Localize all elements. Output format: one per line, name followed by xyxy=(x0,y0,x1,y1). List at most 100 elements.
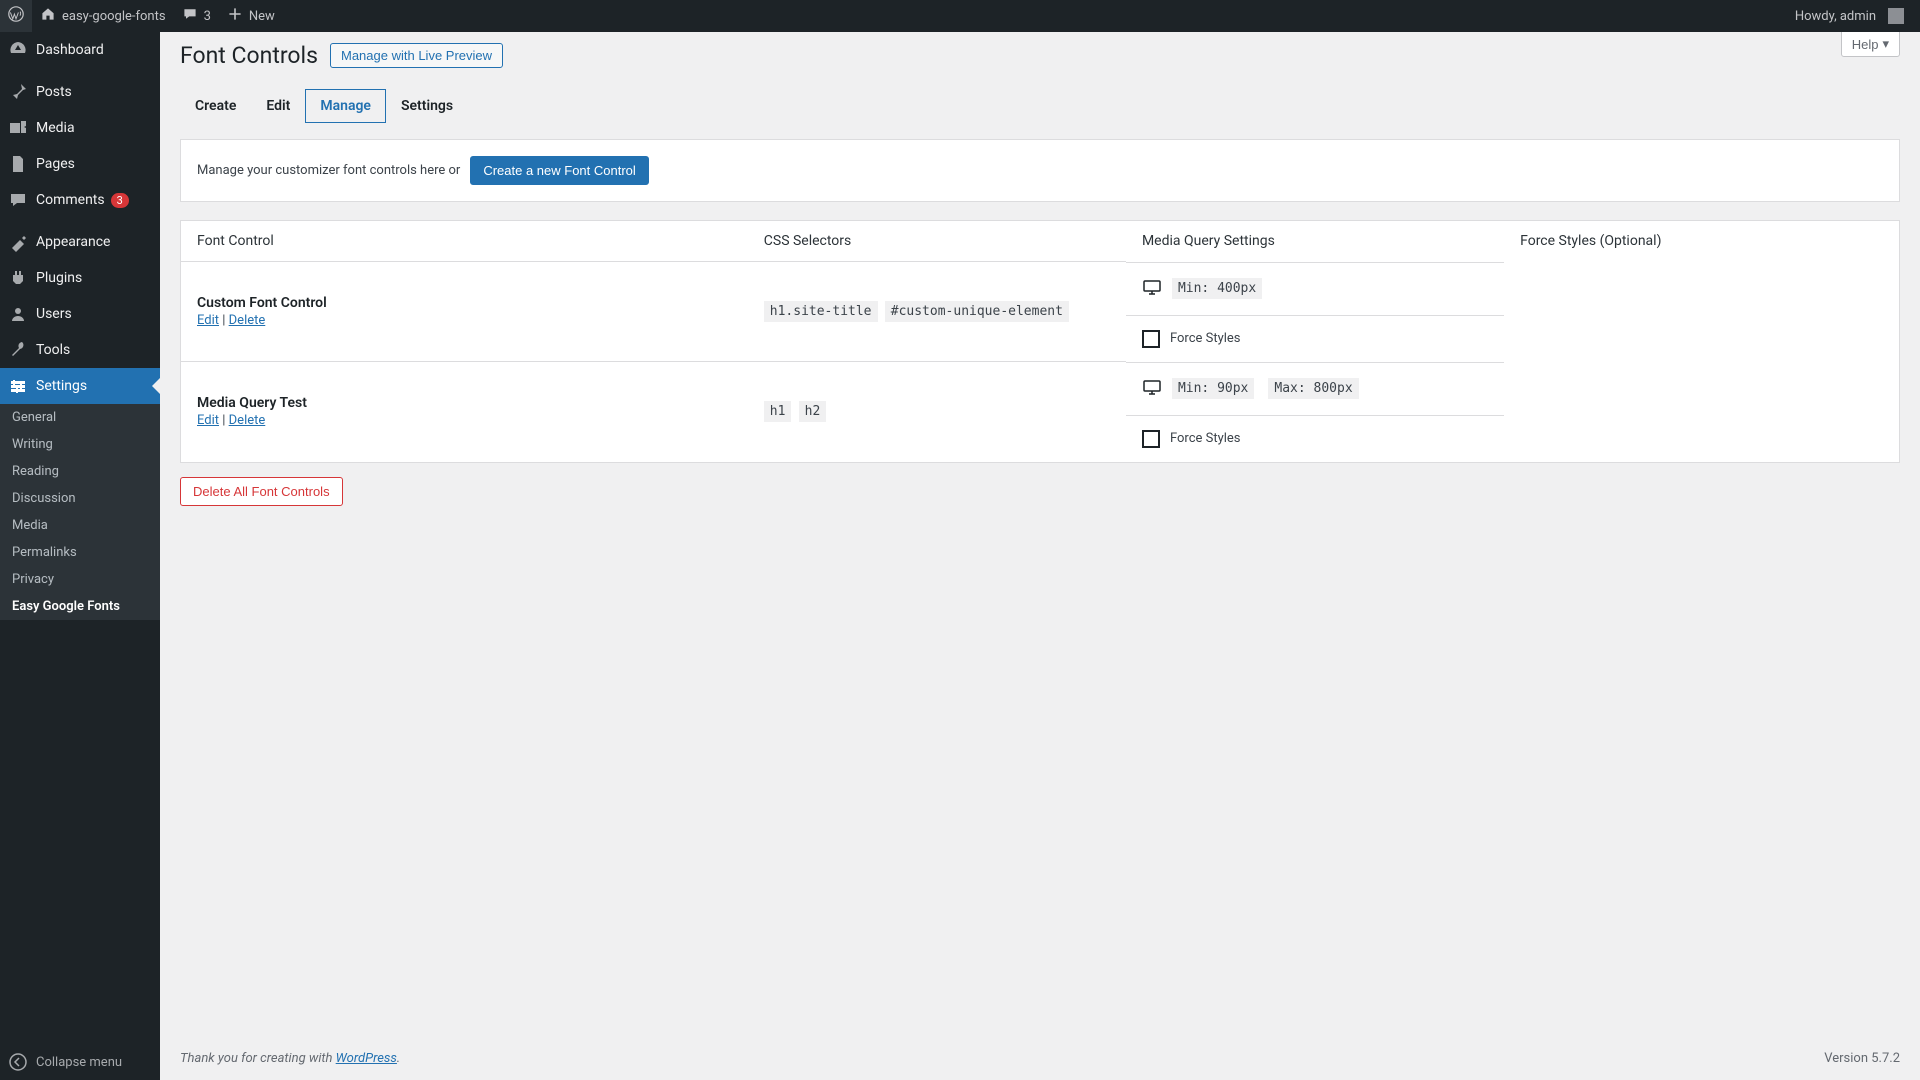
force-styles-label: Force Styles xyxy=(1170,431,1241,446)
row-actions: Edit | Delete xyxy=(197,413,732,428)
manage-notice: Manage your customizer font controls her… xyxy=(180,139,1900,202)
menu-comments[interactable]: Comments 3 xyxy=(0,182,160,218)
menu-label: Plugins xyxy=(36,270,82,286)
live-preview-button[interactable]: Manage with Live Preview xyxy=(330,43,503,68)
footer-version: Version 5.7.2 xyxy=(1824,1051,1900,1066)
users-icon xyxy=(8,304,28,324)
selector-tag: h2 xyxy=(799,401,827,422)
tab-settings[interactable]: Settings xyxy=(386,89,468,123)
collapse-icon xyxy=(8,1052,28,1072)
submenu-reading[interactable]: Reading xyxy=(0,458,160,485)
submenu-general[interactable]: General xyxy=(0,404,160,431)
col-media-query: Media Query Settings xyxy=(1126,221,1504,262)
force-styles-checkbox[interactable] xyxy=(1142,430,1160,448)
row-title: Media Query Test xyxy=(197,395,732,411)
menu-label: Comments xyxy=(36,192,105,208)
menu-dashboard[interactable]: Dashboard xyxy=(0,32,160,68)
wordpress-link[interactable]: WordPress xyxy=(336,1051,397,1066)
footer-thanks: Thank you for creating with WordPress. xyxy=(180,1051,400,1066)
wordpress-logo-icon xyxy=(8,6,24,26)
delete-all-button[interactable]: Delete All Font Controls xyxy=(180,477,343,506)
chevron-down-icon: ▾ xyxy=(1882,36,1889,52)
settings-submenu: General Writing Reading Discussion Media… xyxy=(0,404,160,620)
font-controls-table: Font Control CSS Selectors Media Query S… xyxy=(180,220,1900,463)
menu-tools[interactable]: Tools xyxy=(0,332,160,368)
wp-logo-menu[interactable] xyxy=(0,0,32,32)
table-row: Media Query Test Edit | Delete h1 h2 Min… xyxy=(181,362,1900,463)
tab-manage[interactable]: Manage xyxy=(305,89,386,123)
tab-edit[interactable]: Edit xyxy=(251,89,305,123)
page-title: Font Controls xyxy=(180,42,318,69)
menu-appearance[interactable]: Appearance xyxy=(0,224,160,260)
menu-label: Appearance xyxy=(36,234,110,250)
page-title-group: Font Controls Manage with Live Preview xyxy=(180,42,1900,69)
submenu-easy-google-fonts[interactable]: Easy Google Fonts xyxy=(0,593,160,620)
force-styles-label: Force Styles xyxy=(1170,331,1241,346)
menu-media[interactable]: Media xyxy=(0,110,160,146)
home-icon xyxy=(40,6,56,26)
desktop-icon xyxy=(1142,377,1162,401)
row-actions: Edit | Delete xyxy=(197,313,732,328)
selector-tag: h1.site-title xyxy=(764,301,878,322)
menu-users[interactable]: Users xyxy=(0,296,160,332)
collapse-label: Collapse menu xyxy=(36,1055,122,1070)
help-label: Help xyxy=(1852,37,1879,52)
admin-bar-left: easy-google-fonts 3 New xyxy=(0,0,283,32)
media-icon xyxy=(8,118,28,138)
pages-icon xyxy=(8,154,28,174)
create-font-control-button[interactable]: Create a new Font Control xyxy=(470,156,648,185)
main-content: Help ▾ Font Controls Manage with Live Pr… xyxy=(160,32,1920,1080)
admin-sidebar: Dashboard Posts Media Pages Comments 3 A… xyxy=(0,32,160,1080)
media-query-tag: Max: 800px xyxy=(1268,378,1358,399)
howdy-text: Howdy, admin xyxy=(1795,9,1876,24)
edit-link[interactable]: Edit xyxy=(197,413,219,428)
comments-icon xyxy=(8,190,28,210)
comments-menu[interactable]: 3 xyxy=(174,0,219,32)
menu-label: Users xyxy=(36,306,72,322)
new-label: New xyxy=(249,9,275,24)
new-content-menu[interactable]: New xyxy=(219,0,283,32)
menu-label: Dashboard xyxy=(36,42,104,58)
menu-label: Media xyxy=(36,120,75,136)
menu-posts[interactable]: Posts xyxy=(0,74,160,110)
menu-label: Tools xyxy=(36,342,70,358)
submenu-discussion[interactable]: Discussion xyxy=(0,485,160,512)
notice-text: Manage your customizer font controls her… xyxy=(197,163,460,178)
menu-label: Posts xyxy=(36,84,72,100)
submenu-writing[interactable]: Writing xyxy=(0,431,160,458)
col-force-styles: Force Styles (Optional) xyxy=(1504,221,1899,262)
help-button[interactable]: Help ▾ xyxy=(1841,31,1900,57)
media-query-tag: Min: 90px xyxy=(1172,378,1254,399)
tab-create[interactable]: Create xyxy=(180,89,251,123)
menu-pages[interactable]: Pages xyxy=(0,146,160,182)
delete-link[interactable]: Delete xyxy=(229,313,266,328)
table-row: Custom Font Control Edit | Delete h1.sit… xyxy=(181,262,1900,362)
tab-bar: Create Edit Manage Settings xyxy=(180,89,1900,123)
settings-icon xyxy=(8,376,28,396)
collapse-menu[interactable]: Collapse menu xyxy=(0,1044,160,1080)
plugin-icon xyxy=(8,268,28,288)
submenu-privacy[interactable]: Privacy xyxy=(0,566,160,593)
menu-plugins[interactable]: Plugins xyxy=(0,260,160,296)
selector-tag: h1 xyxy=(764,401,792,422)
edit-link[interactable]: Edit xyxy=(197,313,219,328)
plus-icon xyxy=(227,6,243,26)
delete-link[interactable]: Delete xyxy=(229,413,266,428)
site-name-label: easy-google-fonts xyxy=(62,9,166,24)
site-name-menu[interactable]: easy-google-fonts xyxy=(32,0,174,32)
menu-settings[interactable]: Settings xyxy=(0,368,160,404)
admin-bar: easy-google-fonts 3 New Howdy, admin xyxy=(0,0,1920,32)
tools-icon xyxy=(8,340,28,360)
media-query-tag: Min: 400px xyxy=(1172,278,1262,299)
menu-label: Pages xyxy=(36,156,75,172)
submenu-permalinks[interactable]: Permalinks xyxy=(0,539,160,566)
comment-icon xyxy=(182,6,198,26)
force-styles-checkbox[interactable] xyxy=(1142,330,1160,348)
comment-count: 3 xyxy=(204,9,211,24)
row-title: Custom Font Control xyxy=(197,295,732,311)
selector-tag: #custom-unique-element xyxy=(885,301,1069,322)
submenu-media[interactable]: Media xyxy=(0,512,160,539)
pin-icon xyxy=(8,82,28,102)
my-account-menu[interactable]: Howdy, admin xyxy=(1787,0,1912,32)
col-css-selectors: CSS Selectors xyxy=(748,221,1126,262)
